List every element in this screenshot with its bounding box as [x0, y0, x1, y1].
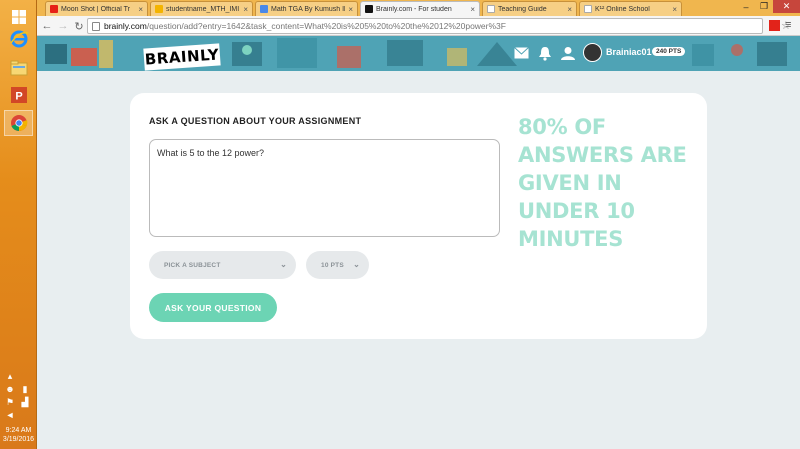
subject-select[interactable]: PICK A SUBJECT ⌄	[149, 251, 296, 279]
subject-select-label: PICK A SUBJECT	[164, 261, 221, 269]
close-window-button[interactable]: ✕	[773, 0, 800, 13]
windows-logo-icon	[11, 10, 26, 24]
page-icon	[487, 5, 495, 13]
messages-icon[interactable]	[513, 45, 529, 61]
slides-icon	[155, 5, 163, 13]
windows-taskbar: P ▴ ☻ ▮ ⚑ ▟ ◄ 9:24 AM 3/19/2016	[0, 0, 37, 449]
network-icon[interactable]: ▟	[20, 397, 30, 407]
ask-question-heading: ASK A QUESTION ABOUT YOUR ASSIGNMENT	[149, 116, 362, 126]
tab-k12[interactable]: K¹² Online School ×	[579, 1, 682, 16]
extension-icon[interactable]	[769, 20, 780, 31]
internet-explorer-icon	[9, 30, 28, 48]
menu-icon[interactable]: ≡	[785, 19, 791, 31]
tab-brainly[interactable]: Brainly.com - For studen ×	[360, 1, 480, 16]
page-icon	[92, 22, 100, 31]
chevron-down-icon: ⌄	[280, 260, 287, 269]
svg-text:P: P	[15, 91, 22, 103]
promo-stat-text: 80% OF ANSWERS ARE GIVEN IN UNDER 10 MIN…	[518, 115, 687, 251]
site-header: BRAINLY Brainiac01 240 PTS	[37, 36, 800, 71]
chevron-down-icon: ⌄	[353, 260, 360, 269]
brainly-favicon-icon	[365, 5, 373, 13]
browser-toolbar: ← → ↻ brainly.com/question/add?entry=164…	[37, 16, 800, 36]
back-button[interactable]: ←	[40, 19, 54, 33]
question-textarea[interactable]: What is 5 to the 12 power?	[149, 139, 500, 237]
minimize-button[interactable]: –	[737, 0, 755, 13]
close-icon[interactable]: ×	[348, 5, 353, 14]
close-icon[interactable]: ×	[243, 5, 248, 14]
tray-user-icon[interactable]: ☻	[5, 384, 15, 394]
close-icon[interactable]: ×	[138, 5, 143, 14]
restore-button[interactable]: ❐	[755, 0, 773, 13]
youtube-icon	[50, 5, 58, 13]
clock-time: 9:24 AM	[5, 427, 32, 434]
ask-question-card: ASK A QUESTION ABOUT YOUR ASSIGNMENT Wha…	[130, 93, 707, 339]
powerpoint-icon: P	[10, 87, 27, 103]
clock-date: 3/19/2016	[2, 436, 35, 443]
points-select[interactable]: 10 PTS ⌄	[306, 251, 369, 279]
folder-icon	[10, 60, 27, 76]
username[interactable]: Brainiac01	[606, 47, 652, 57]
tab-math-tga[interactable]: Math TGA By Kumush Ib ×	[255, 1, 358, 16]
close-icon[interactable]: ×	[672, 5, 677, 14]
tab-studentname[interactable]: studentname_MTH_IMI ×	[150, 1, 253, 16]
points-badge: 240 PTS	[652, 47, 686, 56]
avatar[interactable]	[583, 43, 602, 62]
taskbar-chrome[interactable]	[4, 110, 33, 136]
taskbar-internet-explorer[interactable]	[4, 26, 33, 52]
chrome-icon	[10, 115, 27, 132]
chrome-window: Moon Shot | Official Tr × studentname_MT…	[37, 0, 800, 449]
notifications-bell-icon[interactable]	[537, 45, 553, 61]
close-icon[interactable]: ×	[470, 5, 475, 14]
tab-moon-shot[interactable]: Moon Shot | Official Tr ×	[45, 1, 148, 16]
taskbar-clock[interactable]: 9:24 AM 3/19/2016	[0, 426, 37, 444]
taskbar-file-explorer[interactable]	[4, 55, 33, 81]
docs-icon	[260, 5, 268, 13]
action-center-icon[interactable]: ⚑	[5, 397, 15, 407]
k12-favicon-icon	[584, 5, 592, 13]
tray-blank	[20, 371, 30, 381]
battery-icon[interactable]: ▮	[20, 384, 30, 394]
ask-question-button[interactable]: ASK YOUR QUESTION	[149, 293, 277, 322]
close-icon[interactable]: ×	[567, 5, 572, 14]
address-bar[interactable]: brainly.com/question/add?entry=1642&task…	[87, 18, 763, 34]
tab-teaching-guide[interactable]: Teaching Guide ×	[482, 1, 577, 16]
volume-icon[interactable]: ◄	[5, 410, 15, 420]
tray-up-arrow-icon[interactable]: ▴	[5, 371, 15, 381]
system-tray: ▴ ☻ ▮ ⚑ ▟ ◄ 9:24 AM 3/19/2016	[0, 371, 37, 449]
reload-button[interactable]: ↻	[72, 19, 86, 33]
forward-button[interactable]: →	[56, 19, 70, 33]
profile-icon[interactable]	[560, 45, 576, 61]
tab-strip: Moon Shot | Official Tr × studentname_MT…	[37, 0, 800, 16]
points-select-label: 10 PTS	[321, 261, 344, 269]
taskbar-powerpoint[interactable]: P	[4, 82, 33, 108]
